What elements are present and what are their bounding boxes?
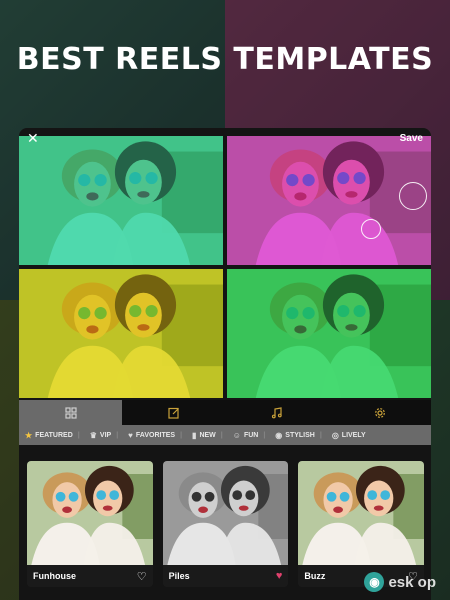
category-divider: | [180,431,183,439]
category-divider: | [116,431,119,439]
category-divider: | [319,431,322,439]
template-name: Piles [168,571,190,581]
category-label: FEATURED [35,431,73,439]
resize-handle[interactable] [399,182,427,210]
preview-panel-1[interactable] [19,136,223,265]
top-bar: ✕ Save [19,128,431,148]
app-screen: ✕ Save ★ FEATURED | ♛ VIP | ♥ FAVORITES … [19,128,431,600]
heart-icon[interactable]: ♡ [137,570,147,583]
edit-icon [167,407,179,419]
tab-settings[interactable] [328,400,431,425]
preview-grid [19,136,431,398]
template-thumbnail [298,461,425,565]
category-divider: | [263,431,266,439]
music-icon [271,406,282,418]
template-card-buzz[interactable]: Buzz ♡ [298,461,425,587]
category-label: NEW [199,431,216,439]
category-fun[interactable]: ☺ FUN | [233,431,266,440]
category-bar: ★ FEATURED | ♛ VIP | ♥ FAVORITES | ▮ NEW | ☺ FUN | ◉ STY… [19,425,431,445]
template-name: Buzz [304,571,326,581]
template-name: Funhouse [33,571,76,581]
star-icon: ★ [25,430,33,440]
tab-edit[interactable] [122,400,225,425]
stylish-icon: ◉ [275,430,283,440]
heart-icon: ♥ [128,430,133,440]
watermark-icon: ◉ [364,572,385,592]
grid-icon [64,406,77,419]
watermark-logo: ◉ esk op [364,572,436,592]
drag-handle[interactable] [361,219,381,239]
template-thumbnail [27,461,153,565]
lively-icon: ◎ [331,430,339,440]
tool-tab-bar [19,400,431,425]
template-card-piles[interactable]: Piles ♥ [162,461,289,587]
category-label: STYLISH [285,431,315,439]
category-lively[interactable]: ◎ LIVELY [332,431,366,440]
category-favorites[interactable]: ♥ FAVORITES | [128,431,182,440]
preview-panel-4[interactable] [227,269,431,398]
save-button[interactable]: Save [400,133,423,144]
close-icon[interactable]: ✕ [27,131,39,145]
category-label: LIVELY [341,431,366,439]
category-vip[interactable]: ♛ VIP | [90,431,118,440]
category-label: FAVORITES [135,431,176,439]
category-divider: | [220,431,223,439]
headline: BEST REELS TEMPLATES [16,42,434,77]
category-new[interactable]: ▮ NEW | [192,431,223,440]
tab-music[interactable] [225,400,328,425]
template-thumbnail [162,461,289,565]
settings-icon [374,407,385,418]
crown-icon: ♛ [89,430,97,440]
category-label: VIP [99,431,112,439]
heart-icon[interactable]: ♥ [276,570,283,582]
watermark-text: esk op [388,573,436,591]
category-divider: | [77,431,80,439]
preview-panel-3[interactable] [19,269,223,398]
template-footer: Piles ♥ [162,565,289,587]
tab-templates[interactable] [19,400,122,425]
category-featured[interactable]: ★ FEATURED | [25,431,80,440]
template-card-funhouse[interactable]: Funhouse ♡ [27,461,153,587]
smile-icon: ☺ [232,430,241,440]
bookmark-icon: ▮ [192,430,197,440]
template-footer: Funhouse ♡ [27,565,153,587]
category-stylish[interactable]: ◉ STYLISH | [275,431,322,440]
category-label: FUN [243,431,259,439]
